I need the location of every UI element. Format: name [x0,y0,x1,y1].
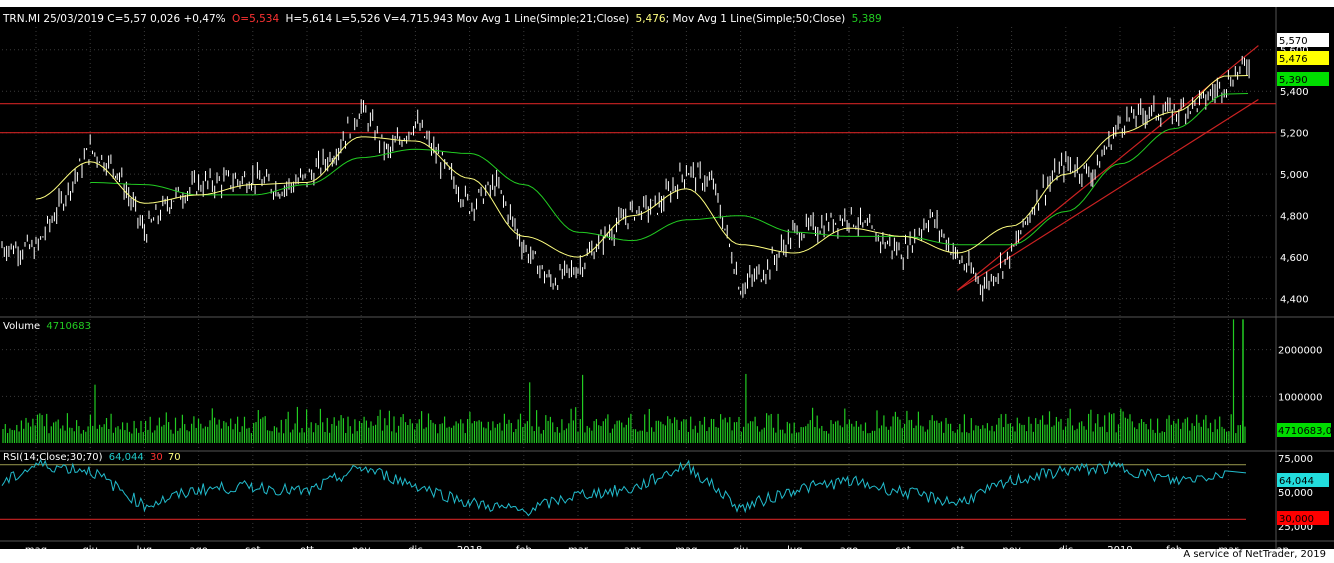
header-separator: ; [666,13,673,25]
footer: A service of NetTrader, 2019 [0,549,1334,563]
ma50-badge: 5,390 [1279,75,1308,86]
rsi-low-badge: 30,000 [1279,514,1314,525]
price-badges: 5,570 5,476 5,390 [1277,33,1329,86]
volume-label: Volume [3,321,40,332]
rsi-low: 30 [150,452,163,463]
ma21-badge: 5,476 [1279,54,1308,65]
rsi-header: RSI(14;Close;30;70) 64,044 30 70 [3,452,181,463]
stock-chart: maggiulugagosetottnovdic2018febmaraprmag… [0,7,1334,556]
chart-background [0,7,1334,556]
y-tick-label: 4,600 [1280,253,1309,264]
rsi-value: 64,044 [109,452,144,463]
volume-tick-label: 1000000 [1278,392,1323,403]
rsi-high: 70 [168,452,181,463]
volume-badge-group: 4710683,0 [1277,423,1332,437]
price-header-text: TRN.MI 25/03/2019 C=5,57 0,026 +0,47% [2,13,226,25]
y-tick-label: 4,400 [1280,295,1309,306]
volume-header: Volume 4710683 [3,321,91,332]
y-tick-label: 5,400 [1280,87,1309,98]
volume-value: 4710683 [46,321,91,332]
y-tick-label: 5,200 [1280,129,1309,140]
ma50-value: 5,389 [852,13,882,25]
footer-credit: A service of NetTrader, 2019 [1183,549,1326,560]
volume-badge: 4710683,0 [1278,426,1332,437]
rsi-label: RSI(14;Close;30;70) [3,452,103,463]
open-text: O=5,534 [232,13,279,25]
rsi-tick-label: 75,000 [1278,454,1313,465]
rsi-badge: 64,044 [1279,476,1314,487]
hl-text: H=5,614 L=5,526 V=4.715.943 Mov Avg 1 Li… [285,13,629,25]
y-tick-label: 5,000 [1280,170,1309,181]
ma50-label: Mov Avg 1 Line(Simple;50;Close) [672,13,845,25]
close-badge: 5,570 [1279,36,1308,47]
price-header: TRN.MI 25/03/2019 C=5,57 0,026 +0,47% O=… [2,13,882,25]
ma21-value: 5,476 [636,13,666,25]
rsi-tick-label: 50,000 [1278,488,1313,499]
y-tick-label: 4,800 [1280,212,1309,223]
volume-tick-label: 2000000 [1278,346,1323,357]
